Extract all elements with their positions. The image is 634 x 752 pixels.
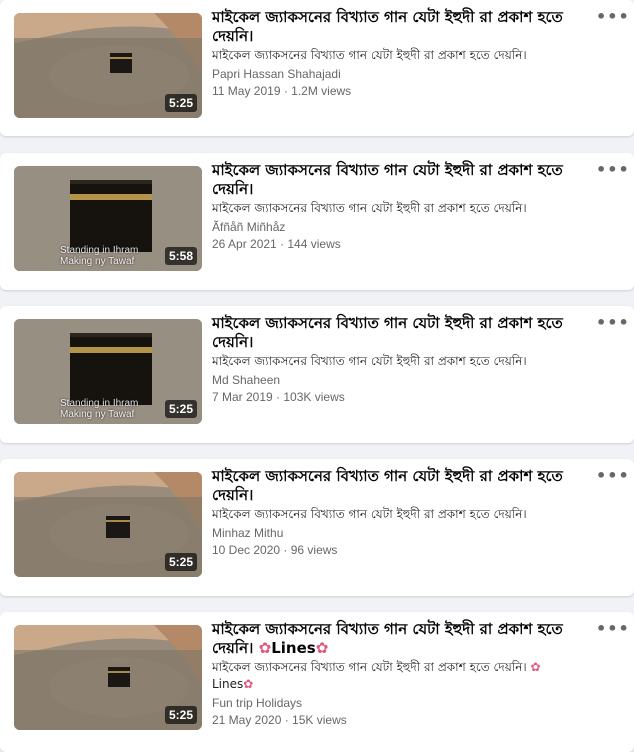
video-author[interactable]: Fun trip Holidays <box>212 696 302 710</box>
video-card[interactable]: 5:25 মাইকেল জ্যাকসনের বিখ্যাত গান যেটা ই… <box>0 612 634 752</box>
video-author[interactable]: Minhaz Mithu <box>212 526 283 540</box>
video-author[interactable]: Ãfñåñ Miñhåz <box>212 220 285 234</box>
video-date-views: 26 Apr 2021 · 144 views <box>212 237 341 251</box>
video-description: মাইকেল জ্যাকসনের বিখ্যাত গান যেটা ইহুদী … <box>212 201 527 215</box>
flower-icon: ✿ <box>315 639 329 657</box>
flower-icon: ✿ <box>258 639 272 657</box>
more-horizontal-icon[interactable]: ••• <box>596 9 629 30</box>
video-card[interactable]: Standing in Ihram Making ny Tawaf 5:58 ম… <box>0 153 634 290</box>
video-duration: 5:25 <box>164 94 197 112</box>
video-description: মাইকেল জ্যাকসনের বিখ্যাত গান যেটা ইহুদী … <box>212 507 527 521</box>
video-description: মাইকেল জ্যাকসনের বিখ্যাত গান যেটা ইহুদী … <box>212 48 527 62</box>
video-thumbnail[interactable]: 5:25 <box>14 625 202 730</box>
video-card[interactable]: Standing in Ihram Making ny Tawaf 5:25 ম… <box>0 306 634 443</box>
more-horizontal-icon[interactable]: ••• <box>596 468 629 489</box>
video-duration: 5:25 <box>164 553 197 571</box>
video-description-suffix: Lines <box>212 677 244 691</box>
video-thumbnail[interactable]: 5:25 <box>14 472 202 577</box>
video-date-views: 21 May 2020 · 15K views <box>212 713 347 727</box>
video-overlay-text: Standing in Ihram Making ny Tawaf <box>60 398 139 420</box>
video-date-views: 10 Dec 2020 · 96 views <box>212 543 338 557</box>
video-title[interactable]: মাইকেল জ্যাকসনের বিখ্যাত গান যেটা ইহুদী … <box>212 620 582 658</box>
video-thumbnail[interactable]: 5:25 <box>14 13 202 118</box>
video-date-views: 7 Mar 2019 · 103K views <box>212 390 345 404</box>
video-overlay-text: Standing in Ihram Making ny Tawaf <box>60 245 139 267</box>
flower-icon: ✿ <box>530 660 541 674</box>
video-author[interactable]: Papri Hassan Shahajadi <box>212 67 341 81</box>
video-description: মাইকেল জ্যাকসনের বিখ্যাত গান যেটা ইহুদী … <box>212 354 527 368</box>
more-horizontal-icon[interactable]: ••• <box>596 621 629 642</box>
video-thumbnail[interactable]: Standing in Ihram Making ny Tawaf 5:58 <box>14 166 202 271</box>
video-description: মাইকেল জ্যাকসনের বিখ্যাত গান যেটা ইহুদী … <box>212 659 582 693</box>
video-date-views: 11 May 2019 · 1.2M views <box>212 84 352 98</box>
video-title[interactable]: মাইকেল জ্যাকসনের বিখ্যাত গান যেটা ইহুদী … <box>212 314 582 352</box>
video-card[interactable]: 5:25 মাইকেল জ্যাকসনের বিখ্যাত গান যেটা ই… <box>0 0 634 136</box>
more-horizontal-icon[interactable]: ••• <box>596 162 629 183</box>
video-duration: 5:25 <box>164 706 197 724</box>
video-title[interactable]: মাইকেল জ্যাকসনের বিখ্যাত গান যেটা ইহুদী … <box>212 8 582 46</box>
video-description-text: মাইকেল জ্যাকসনের বিখ্যাত গান যেটা ইহুদী … <box>212 660 527 674</box>
video-title[interactable]: মাইকেল জ্যাকসনের বিখ্যাত গান যেটা ইহুদী … <box>212 161 582 199</box>
more-horizontal-icon[interactable]: ••• <box>596 315 629 336</box>
video-title-suffix: Lines <box>271 639 316 657</box>
flower-icon: ✿ <box>243 677 254 691</box>
video-thumbnail[interactable]: Standing in Ihram Making ny Tawaf 5:25 <box>14 319 202 424</box>
video-card[interactable]: 5:25 মাইকেল জ্যাকসনের বিখ্যাত গান যেটা ই… <box>0 459 634 596</box>
video-author[interactable]: Md Shaheen <box>212 373 280 387</box>
video-title[interactable]: মাইকেল জ্যাকসনের বিখ্যাত গান যেটা ইহুদী … <box>212 467 582 505</box>
video-duration: 5:25 <box>164 400 197 418</box>
video-duration: 5:58 <box>164 247 197 265</box>
